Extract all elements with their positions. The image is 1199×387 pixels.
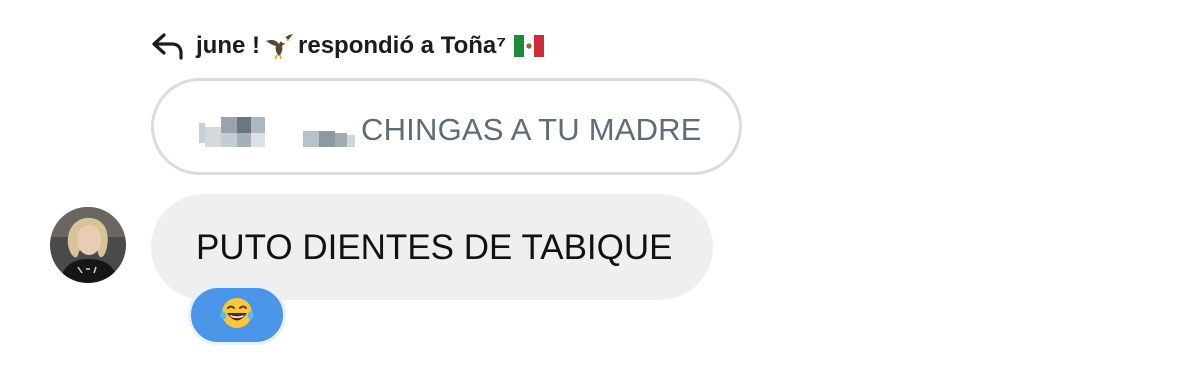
eagle-emoji-icon — [264, 31, 294, 61]
mexico-flag-icon — [514, 35, 545, 57]
laughing-tears-emoji-icon — [219, 295, 255, 336]
reply-arrow-icon — [150, 31, 186, 61]
quoted-message[interactable]: CHINGAS A TU MADRE — [151, 78, 742, 175]
reply-header: june ! respondió a Toña⁷ — [150, 28, 545, 64]
quoted-message-text: CHINGAS A TU MADRE — [361, 112, 702, 147]
reply-action-text: respondió a Toña⁷ — [298, 32, 507, 59]
redacted-text-blur — [199, 117, 359, 149]
reply-author-name: june ! — [196, 32, 260, 59]
avatar[interactable] — [50, 207, 126, 283]
reaction-pill[interactable] — [188, 285, 286, 345]
message-text: PUTO DIENTES DE TABIQUE — [196, 228, 673, 267]
